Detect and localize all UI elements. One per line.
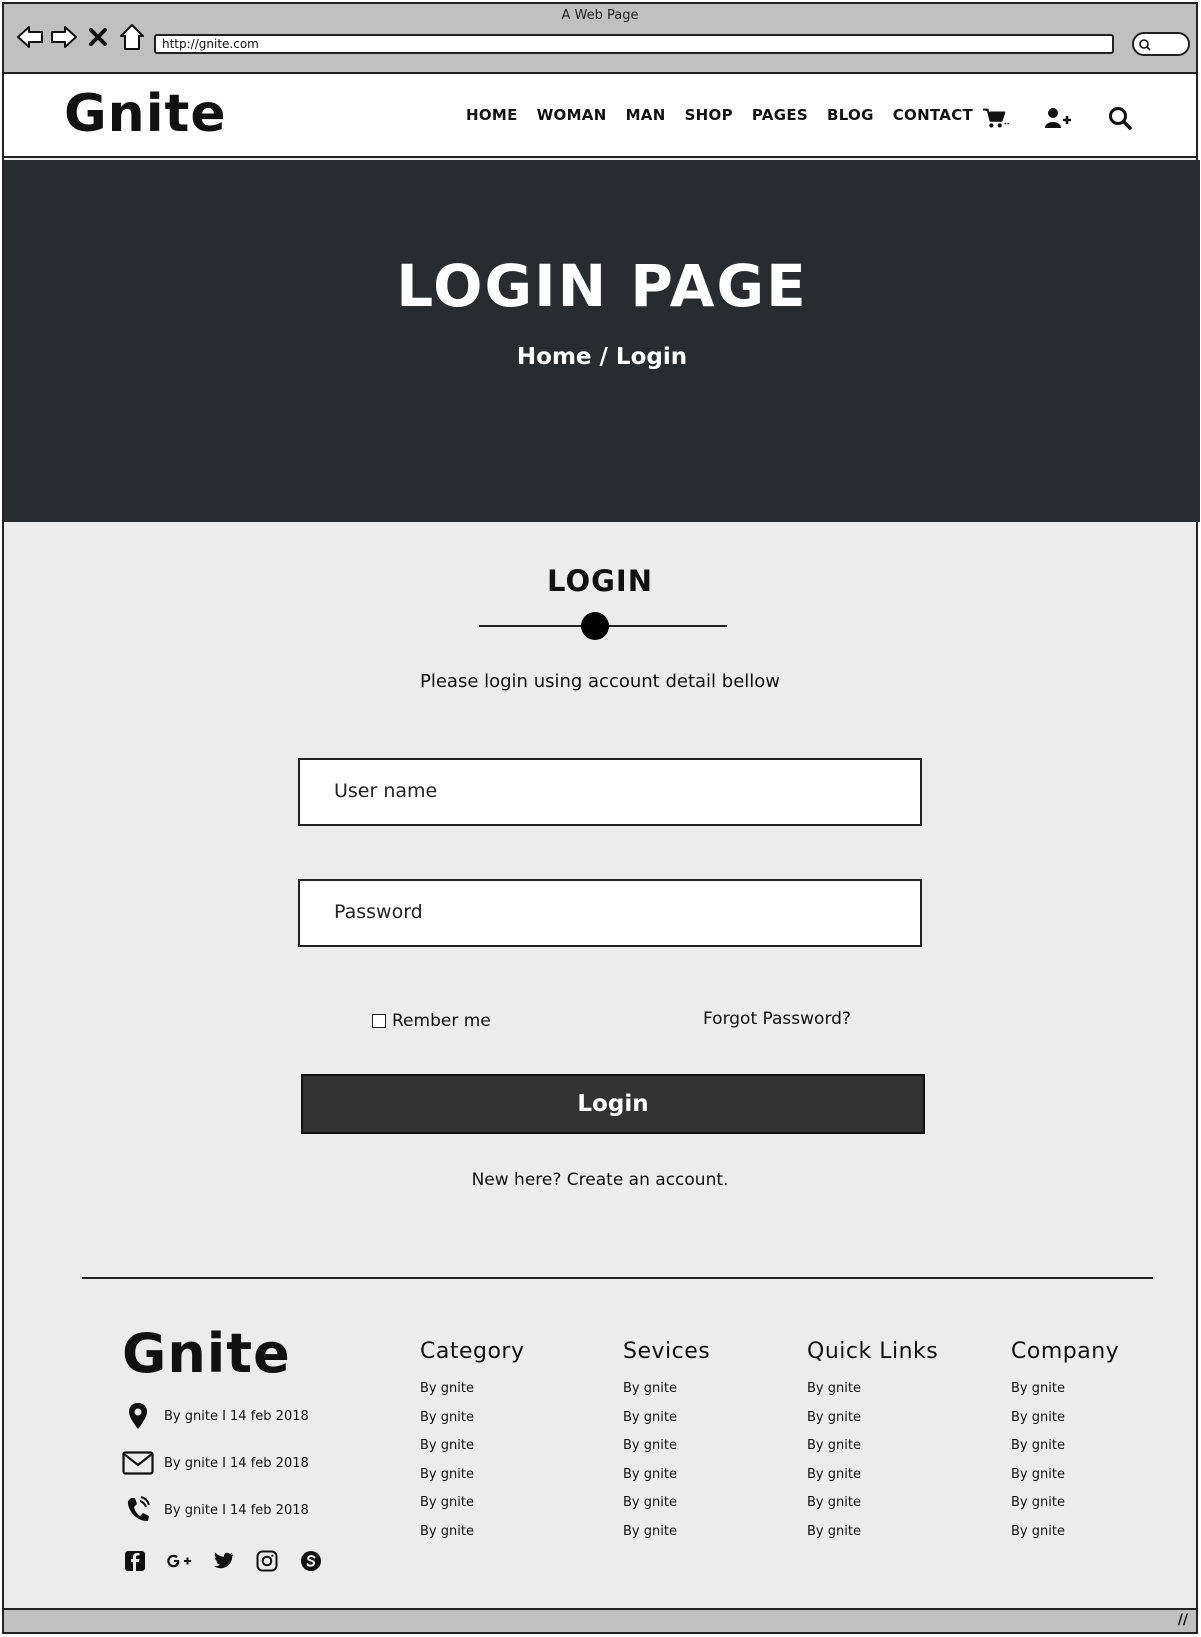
login-heading: LOGIN bbox=[547, 564, 653, 598]
nav-man[interactable]: MAN bbox=[626, 106, 666, 124]
nav-contact[interactable]: CONTACT bbox=[893, 106, 973, 124]
envelope-icon bbox=[122, 1448, 154, 1478]
footer-link[interactable]: By gnite bbox=[623, 1496, 710, 1525]
social-links bbox=[122, 1548, 324, 1574]
forgot-password-link[interactable]: Forgot Password? bbox=[703, 1009, 851, 1029]
browser-status-bar: // bbox=[4, 1608, 1196, 1632]
password-field[interactable]: Password bbox=[298, 879, 922, 947]
footer-link[interactable]: By gnite bbox=[623, 1467, 710, 1497]
stop-icon[interactable] bbox=[84, 22, 112, 52]
remember-label: Rember me bbox=[392, 1011, 491, 1031]
magnifier-icon bbox=[1138, 37, 1152, 56]
footer-column-quick-links: Quick Links By gnite By gnite By gnite B… bbox=[807, 1339, 938, 1553]
footer-link[interactable]: By gnite bbox=[623, 1410, 710, 1440]
hero-title: LOGIN PAGE bbox=[396, 252, 808, 320]
footer-link[interactable]: By gnite bbox=[807, 1382, 938, 1411]
breadcrumb-separator: / bbox=[599, 344, 608, 370]
contact-text: By gnite I 14 feb 2018 bbox=[164, 1455, 309, 1471]
nav-pages[interactable]: PAGES bbox=[752, 106, 808, 124]
login-subtitle: Please login using account detail bellow bbox=[419, 671, 781, 692]
footer-link[interactable]: By gnite bbox=[1011, 1382, 1119, 1411]
browser-window: A Web Page http://gnite.com Gnite HOME W… bbox=[2, 2, 1200, 1634]
twitter-icon[interactable] bbox=[210, 1548, 236, 1574]
footer-link[interactable]: By gnite bbox=[1011, 1467, 1119, 1497]
skype-icon[interactable] bbox=[298, 1548, 324, 1574]
main-nav: HOME WOMAN MAN SHOP PAGES BLOG CONTACT bbox=[466, 106, 992, 124]
footer-link[interactable]: By gnite bbox=[420, 1410, 525, 1440]
remember-checkbox[interactable] bbox=[372, 1014, 386, 1028]
browser-nav-buttons bbox=[16, 22, 146, 52]
google-plus-icon[interactable] bbox=[166, 1548, 192, 1574]
footer-column-company: Company By gnite By gnite By gnite By gn… bbox=[1011, 1339, 1119, 1553]
footer-contact-email: By gnite I 14 feb 2018 bbox=[122, 1448, 309, 1478]
footer-link[interactable]: By gnite bbox=[420, 1382, 525, 1411]
nav-woman[interactable]: WOMAN bbox=[537, 106, 607, 124]
hero-banner: LOGIN PAGE Home / Login bbox=[4, 160, 1200, 522]
search-icon[interactable] bbox=[1106, 104, 1134, 132]
add-user-icon[interactable] bbox=[1044, 104, 1072, 132]
phone-icon bbox=[122, 1495, 154, 1525]
footer-link[interactable]: By gnite bbox=[807, 1467, 938, 1497]
forward-icon[interactable] bbox=[50, 22, 78, 52]
footer-logo[interactable]: Gnite bbox=[122, 1322, 291, 1385]
footer-contact-address: By gnite I 14 feb 2018 bbox=[122, 1401, 309, 1431]
instagram-icon[interactable] bbox=[254, 1548, 280, 1574]
facebook-icon[interactable] bbox=[122, 1548, 148, 1574]
footer-link[interactable]: By gnite bbox=[623, 1382, 710, 1411]
footer-link[interactable]: By gnite bbox=[807, 1439, 938, 1468]
username-field[interactable]: User name bbox=[298, 758, 922, 826]
remember-me[interactable]: Rember me bbox=[372, 1011, 491, 1031]
address-bar[interactable]: http://gnite.com bbox=[154, 34, 1114, 54]
contact-text: By gnite I 14 feb 2018 bbox=[164, 1408, 309, 1424]
breadcrumb-current: Login bbox=[615, 344, 688, 370]
footer-link[interactable]: By gnite bbox=[420, 1496, 525, 1525]
nav-blog[interactable]: BLOG bbox=[827, 106, 874, 124]
divider-dot bbox=[581, 612, 609, 640]
back-icon[interactable] bbox=[16, 22, 44, 52]
nav-shop[interactable]: SHOP bbox=[685, 106, 733, 124]
footer-link[interactable]: By gnite bbox=[1011, 1439, 1119, 1468]
footer-link[interactable]: By gnite bbox=[420, 1439, 525, 1468]
cart-icon[interactable] bbox=[982, 104, 1010, 132]
site-header: Gnite HOME WOMAN MAN SHOP PAGES BLOG CON… bbox=[4, 74, 1196, 158]
window-title: A Web Page bbox=[561, 8, 639, 23]
contact-text: By gnite I 14 feb 2018 bbox=[164, 1502, 309, 1518]
footer-link[interactable]: By gnite bbox=[1011, 1410, 1119, 1440]
footer-link[interactable]: By gnite bbox=[420, 1524, 525, 1554]
nav-home[interactable]: HOME bbox=[466, 106, 518, 124]
breadcrumb-home[interactable]: Home bbox=[517, 344, 592, 370]
footer-divider bbox=[82, 1277, 1153, 1279]
footer-link[interactable]: By gnite bbox=[420, 1467, 525, 1497]
footer-link[interactable]: By gnite bbox=[807, 1410, 938, 1440]
footer-column-title: Category bbox=[420, 1339, 525, 1364]
browser-search-box[interactable] bbox=[1132, 32, 1190, 56]
footer-column-category: Category By gnite By gnite By gnite By g… bbox=[420, 1339, 525, 1553]
footer-link[interactable]: By gnite bbox=[1011, 1496, 1119, 1525]
login-button[interactable]: Login bbox=[301, 1074, 925, 1134]
resize-grip-icon[interactable]: // bbox=[1178, 1612, 1188, 1628]
location-pin-icon bbox=[122, 1401, 154, 1431]
breadcrumb: Home / Login bbox=[4, 344, 1200, 370]
create-account-link[interactable]: New here? Create an account. bbox=[4, 1170, 1196, 1190]
home-icon[interactable] bbox=[118, 22, 146, 52]
footer-link[interactable]: By gnite bbox=[807, 1524, 938, 1554]
footer-column-services: Sevices By gnite By gnite By gnite By gn… bbox=[623, 1339, 710, 1553]
footer-link[interactable]: By gnite bbox=[623, 1524, 710, 1554]
footer-link[interactable]: By gnite bbox=[1011, 1524, 1119, 1554]
footer-link[interactable]: By gnite bbox=[623, 1439, 710, 1468]
footer-column-title: Company bbox=[1011, 1339, 1120, 1364]
footer-column-title: Sevices bbox=[623, 1339, 711, 1364]
footer-link[interactable]: By gnite bbox=[807, 1496, 938, 1525]
site-logo[interactable]: Gnite bbox=[64, 84, 227, 144]
footer-column-title: Quick Links bbox=[807, 1339, 939, 1364]
browser-toolbar: A Web Page http://gnite.com bbox=[4, 4, 1196, 74]
footer-contact-phone: By gnite I 14 feb 2018 bbox=[122, 1495, 309, 1525]
